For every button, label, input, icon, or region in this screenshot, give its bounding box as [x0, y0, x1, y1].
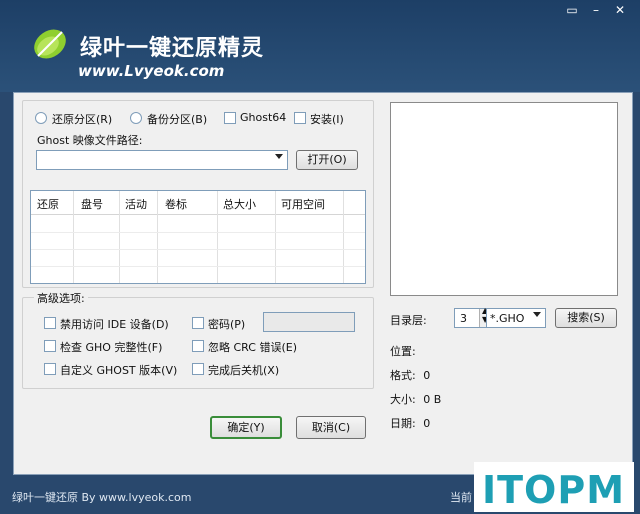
check-gho-checkbox[interactable] — [44, 340, 56, 352]
column-header[interactable]: 总大小 — [223, 196, 256, 212]
custom-ghost-label: 自定义 GHOST 版本(V) — [60, 364, 178, 377]
format-label: 格式: — [390, 369, 416, 382]
row-divider — [31, 232, 365, 233]
location-label-text: 位置: — [390, 345, 416, 358]
format-value: 0 — [423, 369, 431, 382]
date-value: 0 — [423, 417, 431, 430]
shutdown-checkbox[interactable] — [192, 363, 204, 375]
install-checkbox[interactable] — [294, 112, 306, 124]
install-label: 安装(I) — [310, 113, 344, 126]
column-header[interactable]: 盘号 — [81, 196, 103, 212]
backup-partition-label: 备份分区(B) — [147, 113, 208, 126]
footer-credit: 绿叶一键还原 By www.lvyeok.com — [12, 491, 192, 504]
password-input[interactable] — [263, 312, 355, 332]
title-banner: 绿叶一键还原精灵 www.Lvyeok.com ▭ – ✕ — [0, 0, 640, 92]
watermark: ITOPM — [474, 462, 634, 512]
column-divider — [119, 191, 120, 283]
minimize-icon[interactable]: – — [587, 3, 605, 18]
column-header[interactable]: 活动 — [125, 196, 147, 212]
ghost-path-label: Ghost 映像文件路径: — [37, 134, 143, 147]
ghost-path-combobox[interactable] — [36, 150, 288, 170]
column-divider — [157, 191, 158, 283]
column-header[interactable]: 可用空间 — [281, 196, 325, 212]
ignore-crc-checkbox[interactable] — [192, 340, 204, 352]
ok-button[interactable]: 确定(Y) — [210, 416, 282, 439]
chevron-down-icon[interactable] — [533, 312, 541, 317]
app-url: www.Lvyeok.com — [78, 62, 225, 80]
size-value: 0 B — [423, 393, 442, 406]
column-header[interactable]: 卷标 — [165, 196, 187, 212]
restore-partition-radio[interactable] — [35, 112, 47, 124]
footer-status: 当前 — [450, 491, 472, 504]
ghost64-label: Ghost64 — [240, 111, 287, 124]
ignore-crc-label: 忽略 CRC 错误(E) — [208, 341, 297, 354]
ghost64-checkbox[interactable] — [224, 112, 236, 124]
dir-level-value: 3 — [460, 312, 467, 325]
chevron-down-icon[interactable] — [275, 154, 283, 159]
file-filter-value: *.GHO — [490, 312, 525, 325]
search-button[interactable]: 搜索(S) — [555, 308, 617, 328]
column-divider — [343, 191, 344, 283]
column-header[interactable]: 还原 — [37, 196, 59, 212]
column-divider — [73, 191, 74, 283]
watermark-text: ITOPM — [482, 468, 626, 512]
open-button[interactable]: 打开(O) — [296, 150, 358, 170]
check-gho-label: 检查 GHO 完整性(F) — [60, 341, 163, 354]
custom-ghost-checkbox[interactable] — [44, 363, 56, 375]
backup-partition-radio[interactable] — [130, 112, 142, 124]
date-row: 日期: 0 — [390, 415, 430, 431]
partition-table-header: 还原 盘号 活动 卷标 总大小 可用空间 — [31, 191, 365, 215]
image-preview-panel — [390, 102, 618, 296]
app-title: 绿叶一键还原精灵 — [80, 36, 265, 61]
leaf-logo-icon — [34, 29, 66, 59]
location-label: 位置: — [390, 343, 420, 359]
date-label: 日期: — [390, 417, 416, 430]
row-divider — [31, 249, 365, 250]
password-checkbox[interactable] — [192, 317, 204, 329]
cancel-button[interactable]: 取消(C) — [296, 416, 366, 439]
disable-ide-label: 禁用访问 IDE 设备(D) — [60, 318, 169, 331]
format-row: 格式: 0 — [390, 367, 430, 383]
feedback-icon[interactable]: ▭ — [563, 3, 581, 18]
row-divider — [31, 266, 365, 267]
main-panel: 还原分区(R) 备份分区(B) Ghost64 安装(I) Ghost 映像文件… — [13, 92, 633, 475]
size-label: 大小: — [390, 393, 416, 406]
dir-level-label: 目录层: — [390, 314, 427, 327]
column-divider — [217, 191, 218, 283]
file-filter-select[interactable]: *.GHO — [486, 308, 546, 328]
close-icon[interactable]: ✕ — [611, 3, 629, 18]
restore-partition-label: 还原分区(R) — [52, 113, 113, 126]
advanced-options-title: 高级选项: — [34, 290, 88, 306]
column-divider — [275, 191, 276, 283]
password-label: 密码(P) — [208, 318, 246, 331]
partition-table: 还原 盘号 活动 卷标 总大小 可用空间 — [30, 190, 366, 284]
app-window: 绿叶一键还原精灵 www.Lvyeok.com ▭ – ✕ 还原分区(R) 备份… — [0, 0, 640, 514]
disable-ide-checkbox[interactable] — [44, 317, 56, 329]
shutdown-label: 完成后关机(X) — [208, 364, 280, 377]
size-row: 大小: 0 B — [390, 391, 441, 407]
